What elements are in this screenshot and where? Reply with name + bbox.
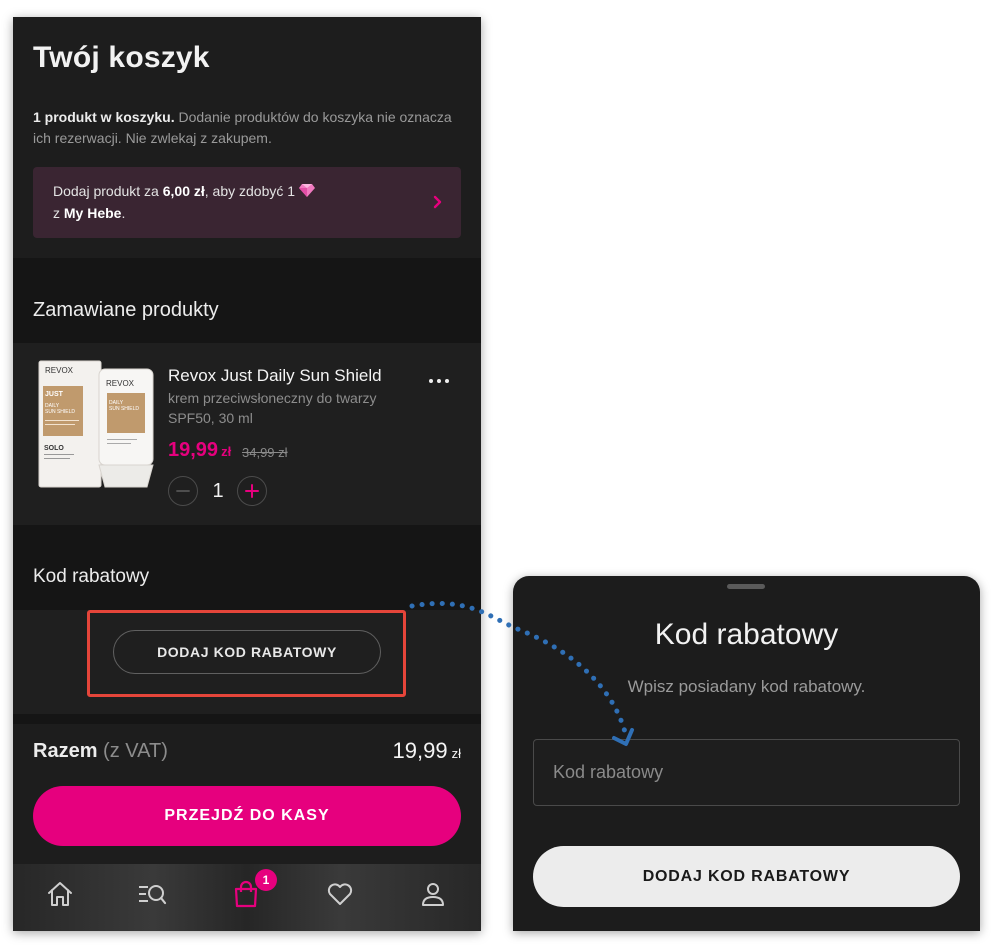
quantity-value: 1 — [212, 480, 224, 502]
minus-icon — [176, 490, 190, 492]
checkout-button[interactable]: PRZEJDŹ DO KASY — [33, 786, 461, 846]
discount-section: DODAJ KOD RABATOWY — [13, 610, 481, 714]
plus-icon — [245, 484, 259, 498]
cart-screen: Twój koszyk 1 produkt w koszyku. Dodanie… — [13, 17, 481, 931]
product-price: 19,99 zł — [168, 439, 232, 461]
user-icon[interactable] — [418, 879, 448, 909]
total-value: 19,99 zł — [392, 738, 461, 763]
more-options-icon[interactable] — [427, 369, 451, 393]
svg-text:JUST: JUST — [45, 391, 64, 398]
cart-header-section: Twój koszyk 1 produkt w koszyku. Dodanie… — [13, 17, 481, 258]
discount-code-sheet: Kod rabatowy Wpisz posiadany kod rabatow… — [513, 576, 980, 931]
svg-text:REVOX: REVOX — [106, 379, 135, 388]
svg-text:SOLO: SOLO — [44, 445, 64, 452]
home-icon[interactable] — [45, 879, 75, 909]
svg-text:SUN SHIELD: SUN SHIELD — [45, 409, 75, 415]
section-divider — [13, 714, 481, 724]
cart-product-row: REVOX JUST DAILY SUN SHIELD SOLO REVOX D… — [13, 343, 481, 525]
product-image[interactable]: REVOX JUST DAILY SUN SHIELD SOLO REVOX D… — [37, 359, 155, 493]
loyalty-promo-banner[interactable]: Dodaj produkt za 6,00 zł, aby zdobyć 1 z… — [33, 167, 461, 238]
page-title: Twój koszyk — [33, 41, 210, 74]
search-list-icon[interactable] — [137, 879, 167, 909]
discount-code-input[interactable] — [533, 739, 960, 806]
svg-text:SUN SHIELD: SUN SHIELD — [109, 406, 139, 412]
promo-text: Dodaj produkt za 6,00 zł, aby zdobyć 1 z… — [53, 180, 393, 224]
quantity-decrease-button[interactable] — [168, 476, 198, 506]
sheet-drag-handle[interactable] — [727, 584, 765, 589]
product-description: krem przeciwsłoneczny do twarzy SPF50, 3… — [168, 390, 377, 426]
product-name[interactable]: Revox Just Daily Sun Shield — [168, 366, 382, 386]
sheet-subtitle: Wpisz posiadany kod rabatowy. — [627, 677, 866, 696]
svg-text:REVOX: REVOX — [45, 366, 74, 375]
cart-badge: 1 — [255, 869, 277, 891]
gem-icon — [298, 184, 315, 197]
total-label: Razem (z VAT) — [33, 740, 168, 762]
quantity-increase-button[interactable] — [237, 476, 267, 506]
sheet-title: Kod rabatowy — [654, 618, 839, 651]
submit-discount-code-button[interactable]: DODAJ KOD RABATOWY — [533, 846, 960, 907]
add-discount-code-button[interactable]: DODAJ KOD RABATOWY — [113, 630, 381, 674]
heart-icon[interactable] — [325, 879, 355, 909]
promo-brand: My Hebe — [63, 205, 122, 221]
total-section: Razem (z VAT) 19,99 zł PRZEJDŹ DO KASY — [13, 724, 481, 864]
chevron-right-icon[interactable] — [431, 192, 445, 212]
promo-amount: 6,00 zł — [162, 183, 205, 199]
product-old-price: 34,99 zł — [242, 445, 288, 460]
discount-heading: Kod rabatowy — [33, 566, 150, 587]
cart-info-text: 1 produkt w koszyku. Dodanie produktów d… — [33, 107, 453, 149]
cart-count: 1 produkt w koszyku. — [33, 109, 175, 125]
products-heading: Zamawiane produkty — [33, 299, 219, 321]
bottom-tab-bar: 1 — [13, 864, 481, 931]
